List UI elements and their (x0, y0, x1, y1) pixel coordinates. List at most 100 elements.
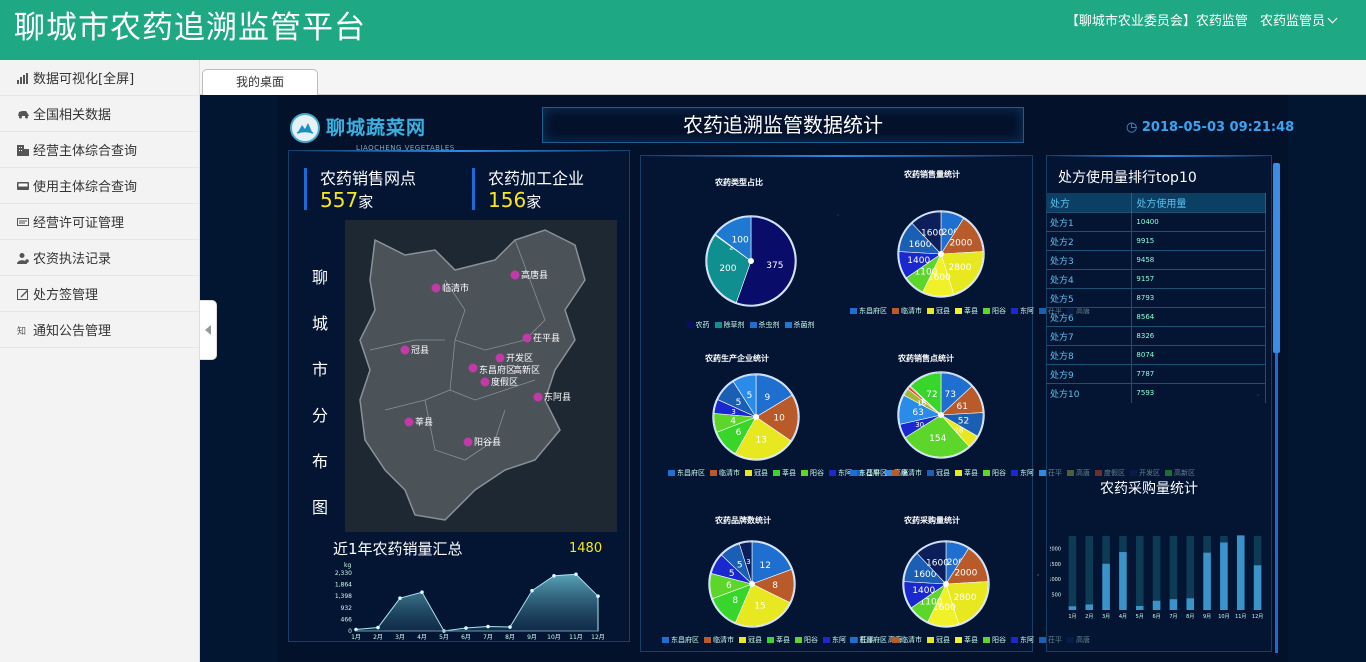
purchase-pie: 12002000280016001100140016001600 (902, 540, 990, 628)
legend-swatch (983, 470, 990, 476)
plants-value: 156家 (488, 188, 541, 212)
table-row[interactable]: 处方7 8326 (1046, 326, 1266, 346)
data-point[interactable] (552, 573, 556, 578)
top-right-nav: 【聊城市农业委员会】农药监管 农药监管员 (1058, 12, 1338, 32)
legend-item[interactable]: 临清市 (699, 636, 734, 644)
legend-item[interactable]: 阳谷 (790, 636, 818, 644)
sidebar-item-data-visualization[interactable]: 数据可视化[全屏] (0, 60, 199, 96)
city-map[interactable]: 临清市 高唐县 茌平县 冠县 开发区 东昌府区 高新区 度假区 东阿县 莘县 阳… (345, 220, 617, 532)
org-link[interactable]: 【聊城市农业委员会】农药监管 (1066, 14, 1248, 29)
legend-item[interactable]: 阳谷 (978, 307, 1006, 315)
sidebar-item-user-query[interactable]: 使用主体综合查询 (0, 168, 199, 204)
legend-item[interactable]: 莘县 (768, 469, 796, 477)
table-row[interactable]: 处方4 9157 (1046, 269, 1266, 289)
legend-item[interactable]: 临清市 (887, 636, 922, 644)
legend-item[interactable]: 东阿 (1006, 636, 1034, 644)
table-row[interactable]: 处方3 9458 (1046, 250, 1266, 270)
table-row[interactable]: 处方8 8074 (1046, 345, 1266, 365)
legend-item[interactable]: 杀虫剂 (745, 321, 780, 329)
sidebar-item-prescription[interactable]: 处方签管理 (0, 276, 199, 312)
data-point[interactable] (464, 626, 468, 630)
legend-swatch (1039, 637, 1046, 643)
legend-item[interactable]: 阳谷 (978, 469, 1006, 477)
data-point[interactable] (574, 572, 578, 577)
legend-item[interactable]: 临清市 (887, 469, 922, 477)
pie-value-label: 2800 (954, 593, 977, 603)
legend-item[interactable]: 东阿 (1006, 469, 1034, 477)
bar[interactable] (1135, 605, 1144, 610)
sidebar-item-enforcement[interactable]: 农资执法记录 (0, 240, 199, 276)
legend-item[interactable]: 莘县 (762, 636, 790, 644)
data-point[interactable] (596, 594, 600, 598)
legend-item[interactable]: 冠县 (922, 307, 950, 315)
user-menu[interactable]: 农药监管员 (1260, 13, 1338, 29)
svg-text:知: 知 (17, 325, 26, 336)
bar[interactable] (1152, 600, 1161, 610)
sidebar-item-business-query[interactable]: 经营主体综合查询 (0, 132, 199, 168)
bar[interactable] (1203, 552, 1211, 610)
bar[interactable] (1253, 565, 1262, 610)
legend-item[interactable]: 东昌府区 (845, 469, 887, 477)
legend-item[interactable]: 东阿 (818, 636, 846, 644)
y-tick-label: 466 (341, 616, 353, 623)
data-point[interactable] (486, 624, 490, 629)
legend-item[interactable]: 东昌府区 (663, 469, 705, 477)
sidebar-item-license[interactable]: 经营许可证管理 (0, 204, 199, 240)
sales-volume-pie: 12002000280016001100140016001600 (897, 210, 985, 298)
legend-item[interactable]: 冠县 (734, 636, 762, 644)
legend-item[interactable]: 阳谷 (796, 469, 824, 477)
bar[interactable] (1169, 599, 1178, 610)
sidebar-item-national-data[interactable]: 全国相关数据 (0, 96, 199, 132)
legend-item[interactable]: 除草剂 (710, 321, 745, 329)
scrollbar-thumb[interactable] (1273, 163, 1280, 353)
legend-item[interactable]: 农药 (682, 321, 710, 329)
sidebar-item-notice[interactable]: 知 通知公告管理 (0, 312, 199, 348)
rank-value: 8793 (1131, 288, 1266, 308)
legend-item[interactable]: 冠县 (740, 469, 768, 477)
bar[interactable] (1220, 542, 1228, 610)
map-label: 冠县 (411, 345, 429, 356)
table-row[interactable]: 处方10 7593 (1046, 383, 1266, 403)
pie-center-dot (938, 412, 944, 418)
table-row[interactable]: 处方1 10400 (1046, 212, 1266, 232)
legend-item[interactable]: 冠县 (922, 469, 950, 477)
table-row[interactable]: 处方9 7787 (1046, 364, 1266, 384)
legend-item[interactable]: 冠县 (922, 636, 950, 644)
sidebar-collapse-button[interactable] (200, 300, 217, 360)
table-row[interactable]: 处方5 8793 (1046, 288, 1266, 308)
bar[interactable] (1119, 552, 1127, 610)
rank-name: 处方5 (1046, 288, 1133, 308)
rank-name: 处方2 (1046, 231, 1133, 251)
legend-item[interactable]: 莘县 (950, 636, 978, 644)
data-point[interactable] (420, 590, 424, 594)
x-tick-label: 5月 (439, 634, 449, 641)
bar[interactable] (1186, 598, 1195, 610)
x-tick-label: 10月 (1218, 614, 1229, 620)
data-point[interactable] (530, 588, 534, 593)
legend-item[interactable]: 东昌府区 (845, 636, 887, 644)
bar[interactable] (1068, 606, 1077, 610)
table-row[interactable]: 处方2 9915 (1046, 231, 1266, 251)
data-point[interactable] (398, 596, 402, 600)
bar[interactable] (1102, 563, 1110, 610)
legend-item[interactable]: 莘县 (950, 469, 978, 477)
tab-my-desktop[interactable]: 我的桌面 (202, 69, 318, 95)
data-point[interactable] (376, 625, 380, 630)
legend-item[interactable]: 东阿 (1006, 307, 1034, 315)
legend-item[interactable]: 临清市 (887, 307, 922, 315)
bar[interactable] (1085, 604, 1094, 610)
legend-item[interactable]: 莘县 (950, 307, 978, 315)
logo-emblem-icon (290, 113, 320, 143)
map-label: 阳谷县 (474, 437, 501, 448)
data-point[interactable] (508, 625, 512, 629)
legend-item[interactable]: 东昌府区 (657, 636, 699, 644)
legend-item[interactable]: 杀菌剂 (780, 321, 815, 329)
legend-item[interactable]: 临清市 (705, 469, 740, 477)
table-row[interactable]: 处方6 8564 (1046, 307, 1266, 327)
bar[interactable] (1236, 535, 1245, 610)
datetime-text: 2018-05-03 09:21:48 (1141, 120, 1295, 135)
legend-item[interactable]: 东昌府区 (845, 307, 887, 315)
outlets-value: 557家 (320, 188, 373, 212)
legend-swatch (850, 470, 857, 476)
legend-item[interactable]: 阳谷 (978, 636, 1006, 644)
